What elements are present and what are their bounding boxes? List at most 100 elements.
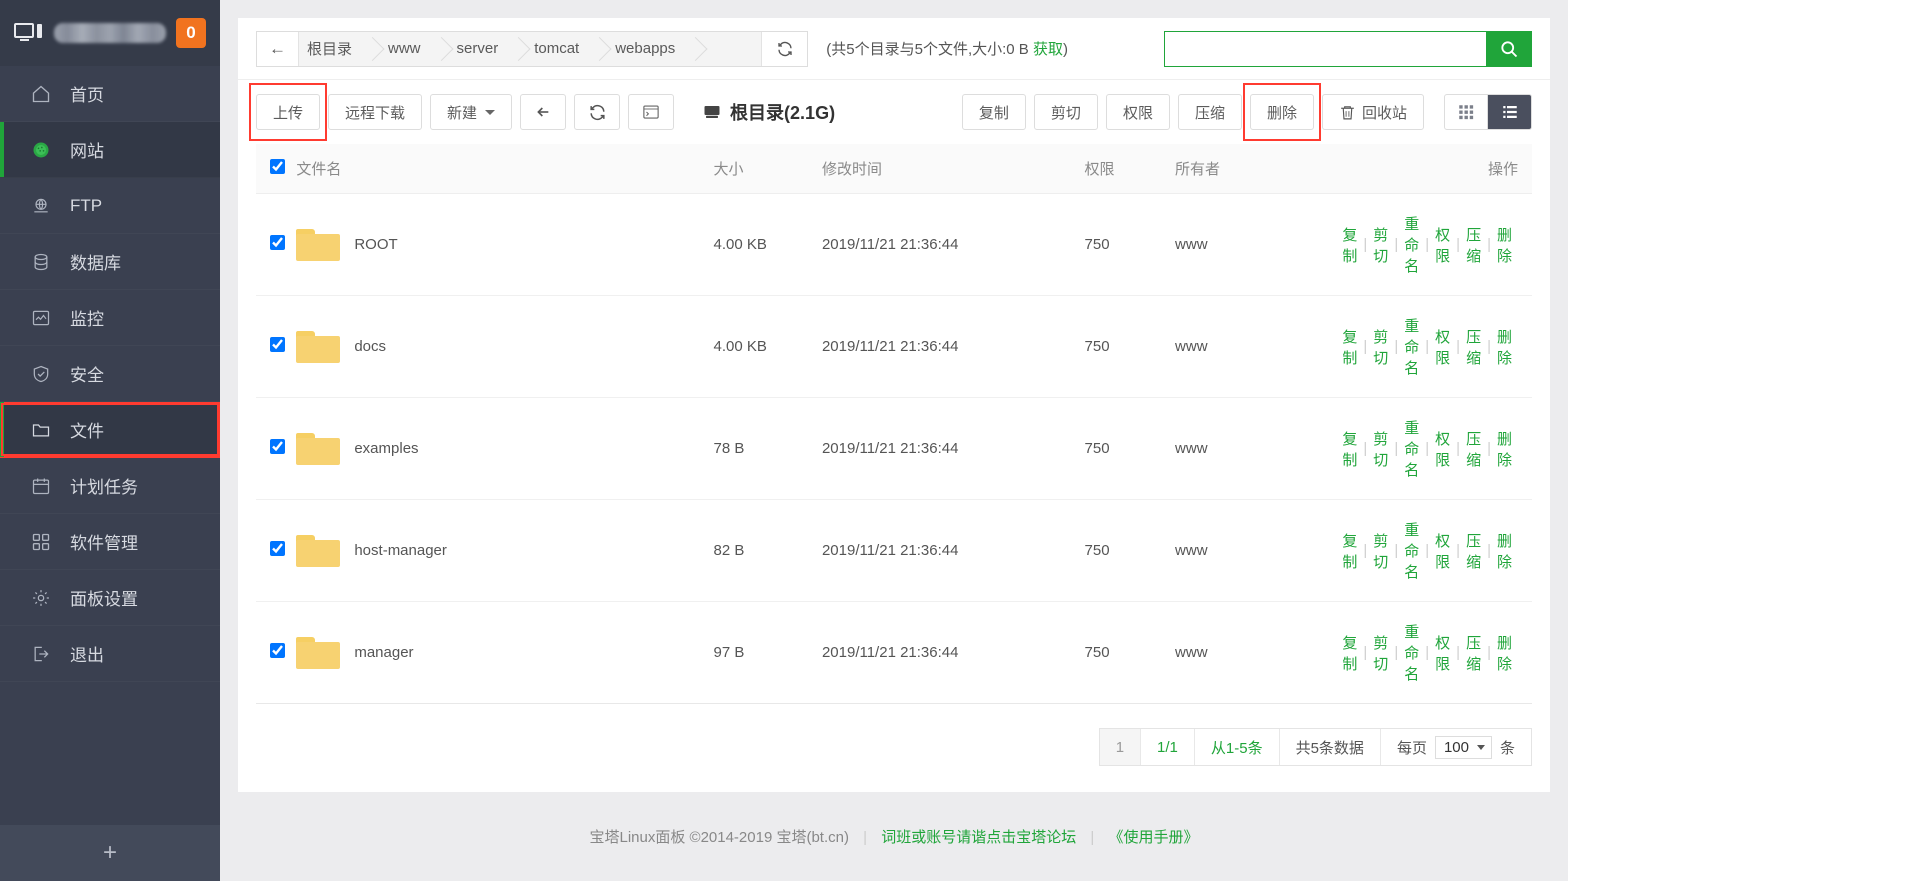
footer-manual-link[interactable]: 《使用手册》 xyxy=(1109,829,1199,846)
pagination-total: 共5条数据 xyxy=(1279,729,1381,765)
row-name-cell: docs xyxy=(296,295,714,398)
new-button[interactable]: 新建 xyxy=(430,94,513,130)
table-row[interactable]: ROOT 4.00 KB 2019/11/21 21:36:44 750 www 复制 | 剪… xyxy=(256,193,1532,296)
table-row[interactable]: manager 97 B 2019/11/21 21:36:44 750 www 复制 | 剪… xyxy=(256,601,1532,704)
row-action-3[interactable]: 权限 xyxy=(1429,530,1456,572)
row-action-1[interactable]: 剪切 xyxy=(1367,326,1394,368)
refresh-button[interactable] xyxy=(574,94,621,130)
sidebar-item-monitor[interactable]: 监控 xyxy=(0,290,220,346)
sidebar-item-cron[interactable]: 计划任务 xyxy=(0,458,220,514)
file-name[interactable]: ROOT xyxy=(354,236,397,253)
file-name[interactable]: manager xyxy=(354,644,413,661)
row-action-2[interactable]: 重命名 xyxy=(1398,621,1425,684)
header-owner[interactable]: 所有者 xyxy=(1175,144,1337,194)
header-permission[interactable]: 权限 xyxy=(1084,144,1176,194)
row-action-1[interactable]: 剪切 xyxy=(1367,428,1394,470)
sidebar-item-software[interactable]: 软件管理 xyxy=(0,514,220,570)
delete-button[interactable]: 删除 xyxy=(1249,94,1314,130)
per-page-label: 每页 xyxy=(1396,739,1427,757)
compress-button[interactable]: 压缩 xyxy=(1177,94,1242,130)
sidebar-item-website[interactable]: 网站 xyxy=(0,122,220,178)
sidebar-item-panel-settings[interactable]: 面板设置 xyxy=(0,570,220,626)
row-checkbox[interactable] xyxy=(270,235,285,250)
row-checkbox[interactable] xyxy=(270,541,285,556)
cut-button[interactable]: 剪切 xyxy=(1033,94,1098,130)
sidebar-add-button[interactable]: + xyxy=(0,825,220,881)
grid-view-button[interactable] xyxy=(1444,94,1488,130)
row-action-5[interactable]: 删除 xyxy=(1491,224,1518,266)
list-view-button[interactable] xyxy=(1488,94,1532,130)
table-row[interactable]: docs 4.00 KB 2019/11/21 21:36:44 750 www 复制 | 剪… xyxy=(256,295,1532,398)
row-action-0[interactable]: 复制 xyxy=(1336,632,1363,674)
select-all-checkbox[interactable] xyxy=(270,159,285,174)
row-action-4[interactable]: 压缩 xyxy=(1460,326,1487,368)
row-checkbox[interactable] xyxy=(270,643,285,658)
row-action-0[interactable]: 复制 xyxy=(1336,530,1363,572)
row-action-5[interactable]: 删除 xyxy=(1491,326,1518,368)
upload-button[interactable]: 上传 xyxy=(256,94,321,130)
sidebar-item-files[interactable]: 文件 xyxy=(0,402,220,458)
row-checkbox[interactable] xyxy=(270,439,285,454)
remote-download-button[interactable]: 远程下载 xyxy=(328,94,423,130)
sidebar-item-label: 安全 xyxy=(70,366,104,385)
row-action-3[interactable]: 权限 xyxy=(1429,632,1456,674)
breadcrumb-back-button[interactable]: ← xyxy=(257,31,299,66)
row-action-1[interactable]: 剪切 xyxy=(1367,632,1394,674)
recycle-bin-button[interactable]: 回收站 xyxy=(1321,94,1424,130)
row-action-2[interactable]: 重命名 xyxy=(1398,315,1425,378)
toolbar: 上传 远程下载 新建 根目录(2.1G) 复制 剪切 权限 压缩 删除 回收站 xyxy=(238,80,1550,144)
row-action-4[interactable]: 压缩 xyxy=(1460,428,1487,470)
row-permission-cell: 750 xyxy=(1084,397,1176,500)
table-row[interactable]: examples 78 B 2019/11/21 21:36:44 750 www 复制 |… xyxy=(256,397,1532,500)
sidebar-item-logout[interactable]: 退出 xyxy=(0,626,220,682)
row-action-2[interactable]: 重命名 xyxy=(1398,213,1425,276)
search-button[interactable] xyxy=(1486,30,1532,67)
row-action-0[interactable]: 复制 xyxy=(1336,326,1363,368)
copy-button[interactable]: 复制 xyxy=(961,94,1026,130)
sidebar-item-ftp[interactable]: FTP xyxy=(0,178,220,234)
row-action-5[interactable]: 删除 xyxy=(1491,632,1518,674)
go-back-button[interactable] xyxy=(520,94,567,130)
terminal-button[interactable] xyxy=(628,94,675,130)
row-action-3[interactable]: 权限 xyxy=(1429,224,1456,266)
breadcrumb-item-root[interactable]: 根目录 xyxy=(299,31,373,66)
row-action-2[interactable]: 重命名 xyxy=(1398,417,1425,480)
row-action-0[interactable]: 复制 xyxy=(1336,428,1363,470)
file-name[interactable]: host-manager xyxy=(354,542,447,559)
sidebar-item-home[interactable]: 首页 xyxy=(0,66,220,122)
row-action-1[interactable]: 剪切 xyxy=(1367,530,1394,572)
breadcrumb-refresh-button[interactable] xyxy=(761,31,808,66)
notification-badge[interactable]: 0 xyxy=(176,18,206,48)
row-action-1[interactable]: 剪切 xyxy=(1367,224,1394,266)
per-page-select[interactable]: 100 xyxy=(1434,735,1492,759)
row-action-4[interactable]: 压缩 xyxy=(1460,530,1487,572)
row-action-5[interactable]: 删除 xyxy=(1491,428,1518,470)
breadcrumb-item-webapps[interactable]: webapps xyxy=(599,31,696,66)
table-row[interactable]: host-manager 82 B 2019/11/21 21:36:44 750 ww… xyxy=(256,499,1532,602)
pagination-page-of[interactable]: 1/1 xyxy=(1141,729,1195,765)
pagination-current-page[interactable]: 1 xyxy=(1099,729,1142,765)
pagination-range[interactable]: 从1-5条 xyxy=(1194,729,1280,765)
folder-icon xyxy=(296,636,341,669)
search-input[interactable] xyxy=(1164,30,1486,67)
row-action-2[interactable]: 重命名 xyxy=(1398,519,1425,582)
row-actions-cell: 复制 | 剪切 | 重命名 | 权限 | 压缩 | 删除 xyxy=(1336,397,1532,500)
row-action-5[interactable]: 删除 xyxy=(1491,530,1518,572)
footer-forum-link[interactable]: 词班或账号请谐点击宝塔论坛 xyxy=(881,829,1076,846)
row-action-3[interactable]: 权限 xyxy=(1429,326,1456,368)
fetch-size-link[interactable]: 获取 xyxy=(1033,41,1063,58)
header-size[interactable]: 大小 xyxy=(713,144,822,194)
row-checkbox[interactable] xyxy=(270,337,285,352)
permission-button[interactable]: 权限 xyxy=(1105,94,1170,130)
header-mtime[interactable]: 修改时间 xyxy=(821,144,1085,194)
file-name[interactable]: docs xyxy=(354,338,386,355)
sidebar-item-security[interactable]: 安全 xyxy=(0,346,220,402)
row-action-3[interactable]: 权限 xyxy=(1429,428,1456,470)
row-mtime-cell: 2019/11/21 21:36:44 xyxy=(821,499,1085,602)
row-action-0[interactable]: 复制 xyxy=(1336,224,1363,266)
row-action-4[interactable]: 压缩 xyxy=(1460,224,1487,266)
file-name[interactable]: examples xyxy=(354,440,418,457)
row-action-4[interactable]: 压缩 xyxy=(1460,632,1487,674)
sidebar-item-database[interactable]: 数据库 xyxy=(0,234,220,290)
header-filename[interactable]: 文件名 xyxy=(296,144,714,194)
